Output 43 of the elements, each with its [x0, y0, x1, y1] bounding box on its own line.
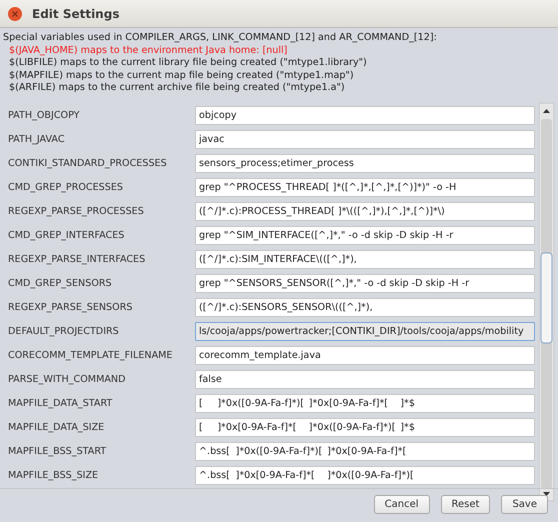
setting-label: MAPFILE_BSS_START: [8, 446, 108, 458]
setting-field[interactable]: sensors_process;etimer_process: [195, 154, 535, 173]
setting-field[interactable]: javac: [195, 130, 535, 149]
scrollbar[interactable]: [539, 102, 554, 501]
info-heading: Special variables used in COMPILER_ARGS, LINK_COMMAND_[12] and AR_COMMAND_[12]:: [3, 32, 438, 45]
close-icon[interactable]: [8, 6, 22, 20]
setting-label: MAPFILE_DATA_SIZE: [8, 422, 106, 434]
setting-field[interactable]: objcopy: [195, 106, 535, 124]
setting-field[interactable]: grep "^PROCESS_THREAD[ ]*([^,]*,[^,]*,[^)]*)" -o -H: [195, 178, 535, 197]
setting-field[interactable]: ([^/]*.c):PROCESS_THREAD[ ]*\(([^,]*),[^,]*,[^)]*\): [195, 202, 535, 221]
info-line: $(MAPFILE) maps to the current map file being created ("mtype1.map"): [8, 70, 355, 82]
setting-label: REGEXP_PARSE_SENSORS: [8, 302, 134, 313]
setting-field[interactable]: [ ]*0x[0-9A-Fa-f]*[ ]*0x([0-9A-Fa-f]*)[ ]*$: [195, 418, 535, 438]
setting-field[interactable]: corecomm_template.java: [195, 346, 535, 366]
setting-field[interactable]: grep "^SIM_INTERFACE([^,]*," -o -d skip -D skip -H -r: [195, 226, 535, 245]
dialog-button[interactable]: Cancel: [374, 495, 430, 514]
setting-label: REGEXP_PARSE_PROCESSES: [8, 206, 145, 217]
setting-label: PARSE_WITH_COMMAND: [8, 374, 126, 386]
setting-field[interactable]: ^.bss[ ]*0x([0-9A-Fa-f]*)[ ]*0x[0-9A-Fa-f]*[: [195, 442, 535, 462]
setting-label: CONTIKI_STANDARD_PROCESSES: [8, 158, 168, 169]
setting-label: MAPFILE_DATA_START: [8, 398, 114, 410]
info-line: $(LIBFILE) maps to the current library file being created ("mtype1.library"): [8, 57, 368, 70]
setting-field[interactable]: ([^/]*.c):SIM_INTERFACE\(([^,]*),: [195, 250, 535, 269]
setting-label: DEFAULT_PROJECTDIRS: [8, 326, 120, 338]
setting-field[interactable]: ([^/]*.c):SENSORS_SENSOR\(([^,]*),: [195, 298, 535, 317]
window-title: Edit Settings: [32, 6, 120, 20]
setting-field[interactable]: false: [195, 370, 535, 390]
setting-field[interactable]: ls/cooja/apps/powertracker;[CONTIKI_DIR]/tools/cooja/apps/mobility: [195, 322, 535, 342]
setting-label: PATH_OBJCOPY: [8, 110, 81, 120]
setting-label: CMD_GREP_INTERFACES: [8, 230, 126, 241]
setting-label: CMD_GREP_PROCESSES: [8, 182, 124, 193]
info-line: $(ARFILE) maps to the current archive file being created ("mtype1.a"): [8, 82, 346, 95]
setting-label: REGEXP_PARSE_INTERFACES: [8, 254, 146, 265]
warning-line: $(JAVA_HOME) maps to the environment Java home: [null]: [8, 44, 288, 58]
setting-label: CORECOMM_TEMPLATE_FILENAME: [8, 350, 174, 362]
setting-label: MAPFILE_BSS_SIZE: [8, 470, 100, 482]
dialog-button[interactable]: Save: [501, 495, 548, 514]
setting-field[interactable]: ^.bss[ ]*0x[0-9A-Fa-f]*[ ]*0x([0-9A-Fa-f]*)[: [195, 466, 535, 486]
setting-label: CMD_GREP_SENSORS: [8, 278, 113, 289]
setting-field[interactable]: [ ]*0x([0-9A-Fa-f]*)[ ]*0x[0-9A-Fa-f]*[ ]*$: [195, 394, 535, 414]
setting-field[interactable]: grep "^SENSORS_SENSOR([^,]*," -o -d skip -D skip -H -r: [195, 274, 535, 293]
dialog-button[interactable]: Reset: [440, 495, 490, 514]
setting-label: PATH_JAVAC: [8, 134, 66, 145]
